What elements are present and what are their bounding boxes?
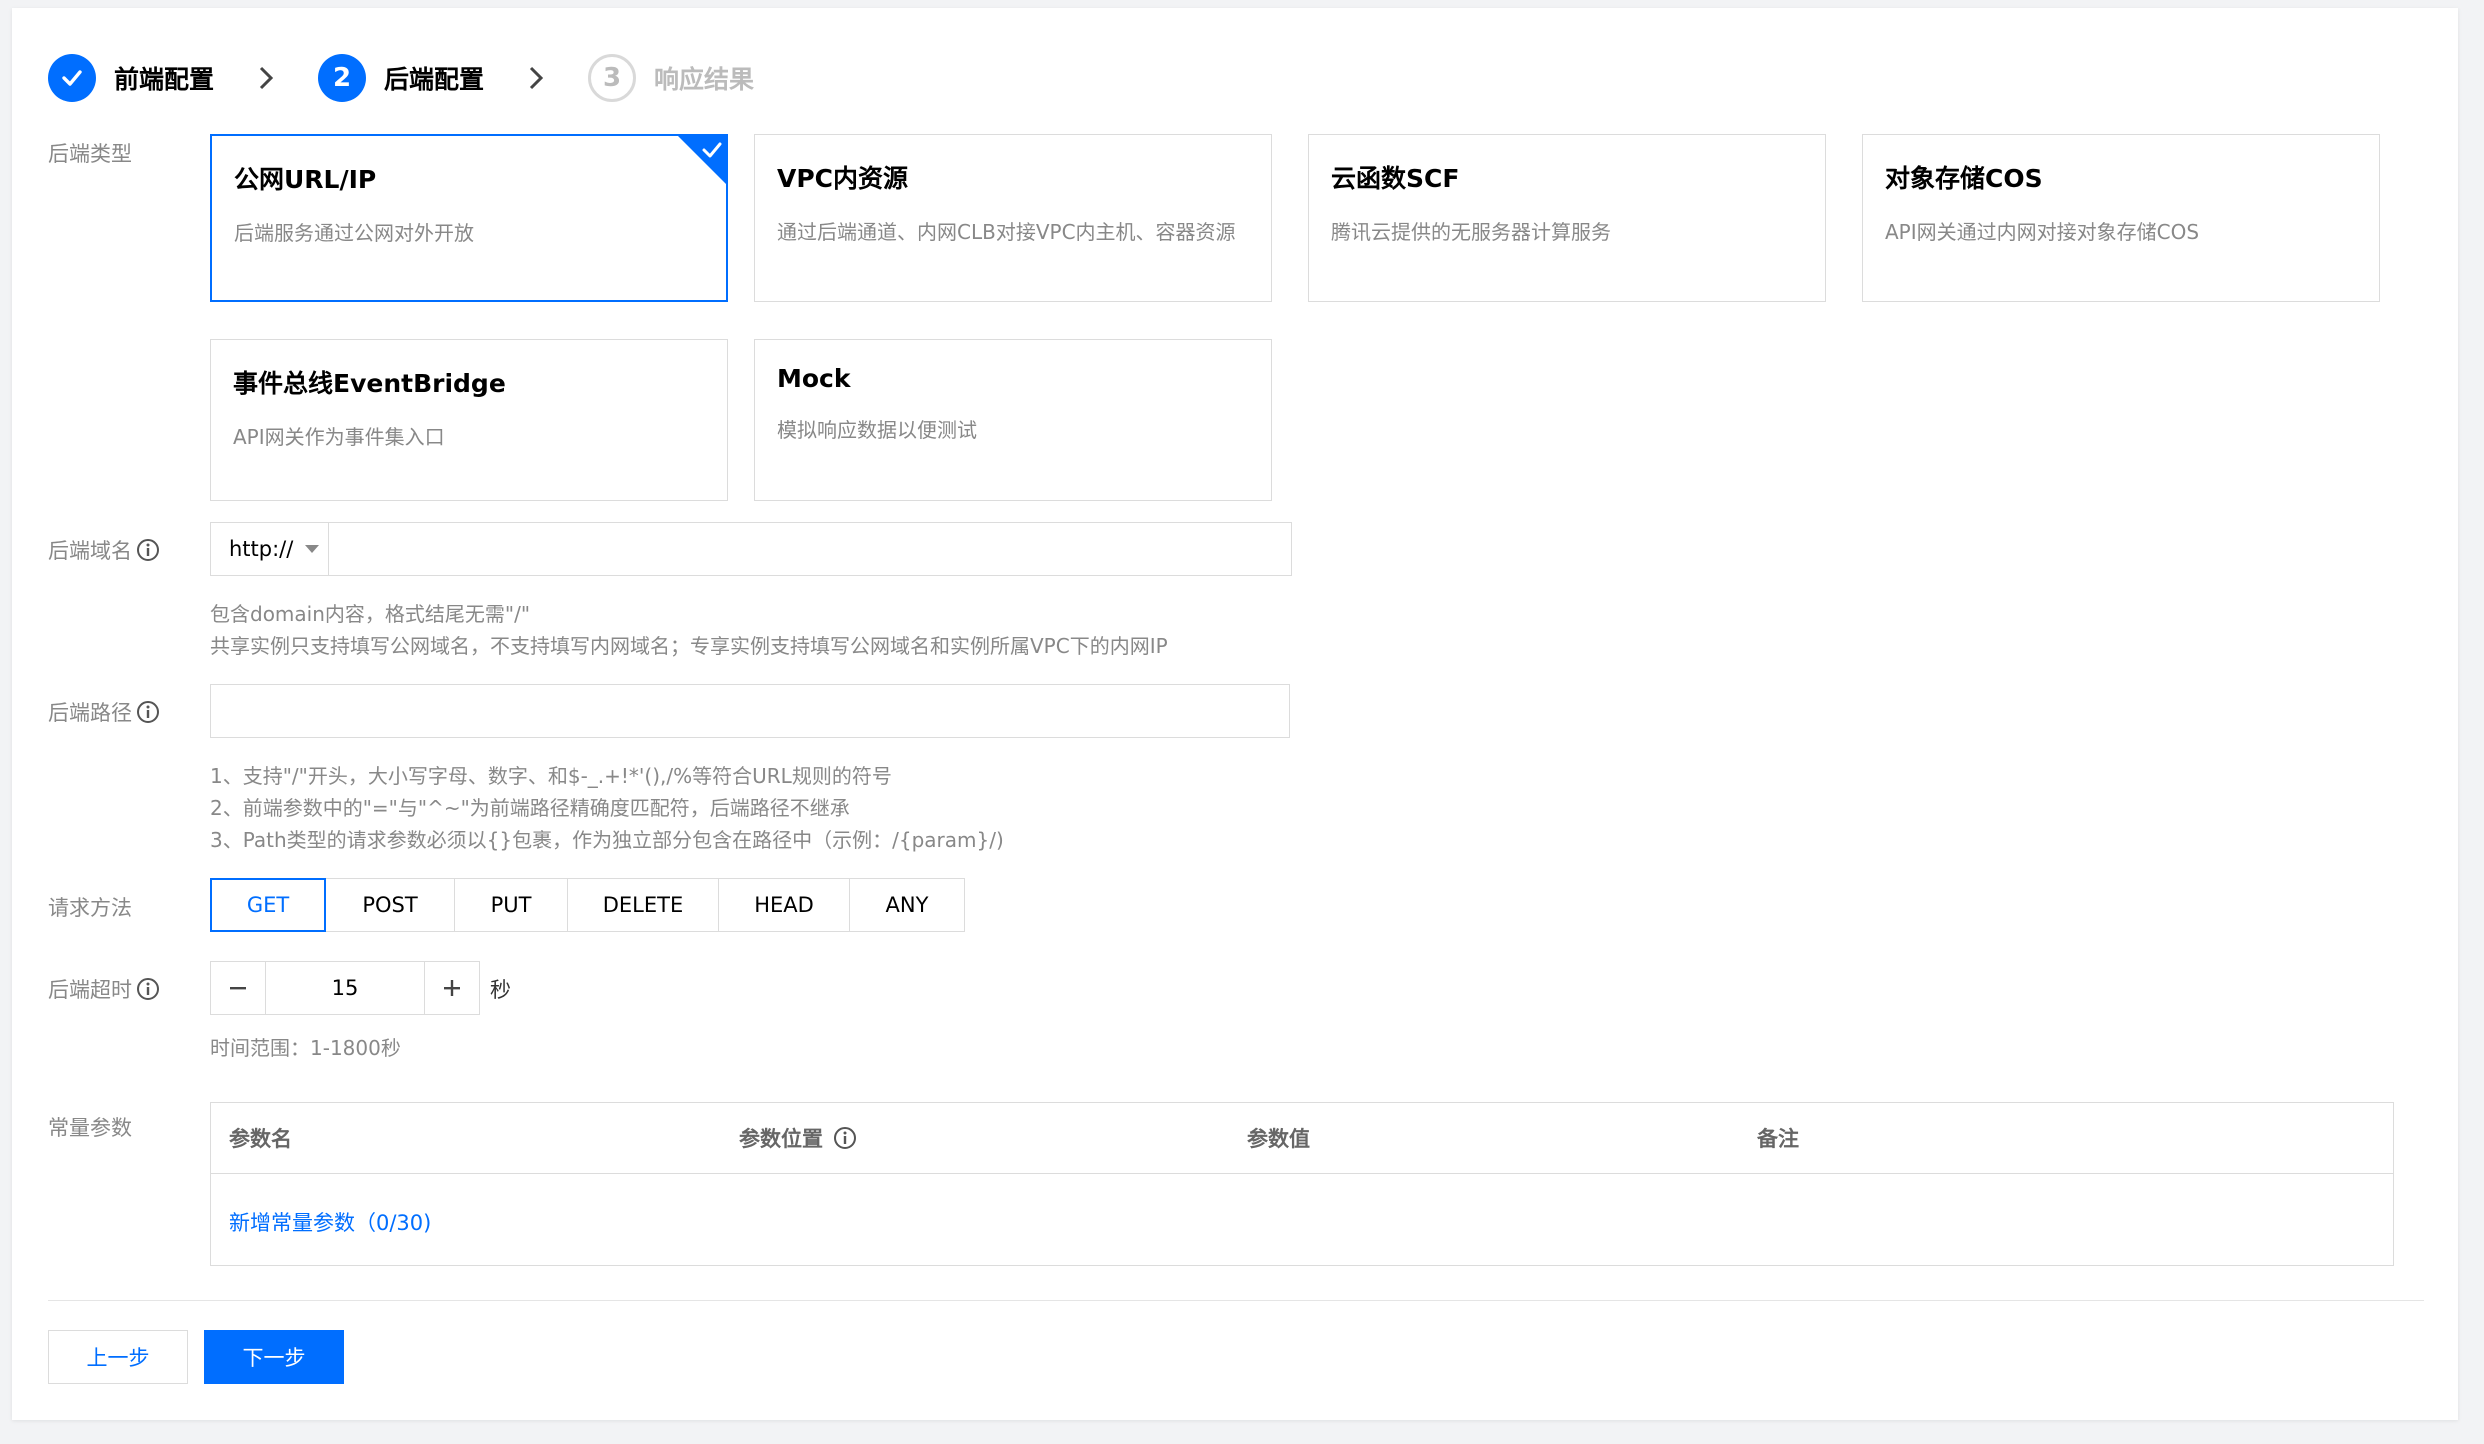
card-desc: 腾讯云提供的无服务器计算服务 [1331,220,1611,244]
step-backend-config[interactable]: 2 后端配置 [318,54,484,102]
minus-icon [230,987,246,990]
card-title: 公网URL/IP [234,165,377,194]
backend-path-help: 1、支持"/"开头，大小写字母、数字、和$-_.+!*'(),/%等符合URL规… [210,760,1004,856]
selected-check-icon [676,134,728,186]
column-header: 参数名 [229,1127,292,1151]
timeout-help: 时间范围：1-1800秒 [210,1036,401,1060]
decrement-button[interactable] [211,962,265,1014]
plus-icon [444,980,460,996]
chevron-right-icon [484,64,588,92]
backend-card-scf[interactable]: 云函数SCF 腾讯云提供的无服务器计算服务 [1308,134,1826,302]
step-label: 响应结果 [654,65,755,94]
step-number: 3 [588,54,637,102]
constant-params-label: 常量参数 [48,1116,132,1140]
label-text: 后端路径 [48,701,132,725]
card-title: 对象存储COS [1885,164,2043,193]
footer-divider [48,1300,2424,1301]
timeout-unit: 秒 [490,978,511,1002]
backend-card-mock[interactable]: Mock 模拟响应数据以便测试 [754,339,1272,501]
config-panel: 前端配置 2 后端配置 3 响应结果 后端类型 公网URL/IP 后端服务通过公… [12,8,2458,1420]
table-header: 参数名 参数位置 参数值 备注 [211,1103,2393,1174]
backend-timeout-label: 后端超时 [48,974,160,1004]
prev-step-button[interactable]: 上一步 [48,1330,188,1384]
card-title: Mock [777,364,851,393]
step-frontend-config[interactable]: 前端配置 [48,54,214,102]
step-response-result[interactable]: 3 响应结果 [588,54,754,102]
chevron-right-icon [214,64,318,92]
method-get-button[interactable]: GET [210,878,326,932]
backend-path-label: 后端路径 [48,697,160,727]
step-number: 2 [318,54,367,102]
card-title: 云函数SCF [1331,164,1460,193]
help-line: 包含domain内容，格式结尾无需"/" [210,602,531,626]
caret-down-icon [305,545,320,553]
method-button-group: GET POST PUT DELETE HEAD ANY [210,878,965,932]
request-method-label: 请求方法 [48,896,132,920]
method-any-button[interactable]: ANY [849,878,965,932]
backend-domain-input[interactable]: http:// [210,522,1292,576]
column-header-position: 参数位置 [739,1103,857,1173]
backend-card-cos[interactable]: 对象存储COS API网关通过内网对接对象存储COS [1862,134,2380,302]
label-text: 后端超时 [48,978,132,1002]
backend-type-label: 后端类型 [48,142,132,166]
method-delete-button[interactable]: DELETE [567,878,719,932]
column-header: 参数位置 [739,1127,823,1151]
protocol-value: http:// [229,537,294,561]
increment-button[interactable] [425,962,479,1014]
method-post-button[interactable]: POST [325,878,455,932]
constant-params-table: 参数名 参数位置 参数值 备注 新增常量参数（0/30) [210,1102,2394,1266]
backend-card-public-url[interactable]: 公网URL/IP 后端服务通过公网对外开放 [210,134,728,302]
step-indicator: 前端配置 2 后端配置 3 响应结果 [48,52,754,104]
card-desc: 模拟响应数据以便测试 [777,418,977,442]
help-line: 共享实例只支持填写公网域名，不支持填写内网域名；专享实例支持填写公网域名和实例所… [210,634,1168,658]
card-desc: 后端服务通过公网对外开放 [234,221,474,245]
column-header: 参数值 [1247,1127,1310,1151]
backend-domain-label: 后端域名 [48,535,160,565]
backend-card-vpc[interactable]: VPC内资源 通过后端通道、内网CLB对接VPC内主机、容器资源 [754,134,1272,302]
column-header: 备注 [1757,1127,1799,1151]
help-line: 2、前端参数中的"="与"^~"为前端路径精确度匹配符，后端路径不继承 [210,796,850,820]
label-text: 后端域名 [48,539,132,563]
card-title: VPC内资源 [777,164,909,193]
next-step-button[interactable]: 下一步 [204,1330,344,1384]
info-icon[interactable] [833,1126,857,1150]
timeout-stepper: 15 [210,961,480,1015]
check-icon [48,54,96,102]
card-title: 事件总线EventBridge [233,369,506,398]
help-line: 1、支持"/"开头，大小写字母、数字、和$-_.+!*'(),/%等符合URL规… [210,764,892,788]
card-desc: API网关通过内网对接对象存储COS [1885,220,2200,244]
info-icon[interactable] [136,977,160,1001]
protocol-select[interactable]: http:// [211,523,329,575]
method-head-button[interactable]: HEAD [718,878,850,932]
backend-path-input[interactable] [210,684,1290,738]
info-icon[interactable] [136,538,160,562]
backend-domain-help: 包含domain内容，格式结尾无需"/" 共享实例只支持填写公网域名，不支持填写… [210,598,1168,662]
step-label: 后端配置 [384,65,485,94]
method-put-button[interactable]: PUT [454,878,568,932]
add-constant-param-link[interactable]: 新增常量参数（0/30) [229,1207,431,1237]
card-desc: 通过后端通道、内网CLB对接VPC内主机、容器资源 [777,220,1236,244]
card-desc: API网关作为事件集入口 [233,425,445,449]
info-icon[interactable] [136,700,160,724]
step-label: 前端配置 [114,65,215,94]
timeout-value-input[interactable]: 15 [265,962,425,1014]
backend-card-eventbridge[interactable]: 事件总线EventBridge API网关作为事件集入口 [210,339,728,501]
help-line: 3、Path类型的请求参数必须以{}包裹，作为独立部分包含在路径中（示例：/{p… [210,828,1004,852]
